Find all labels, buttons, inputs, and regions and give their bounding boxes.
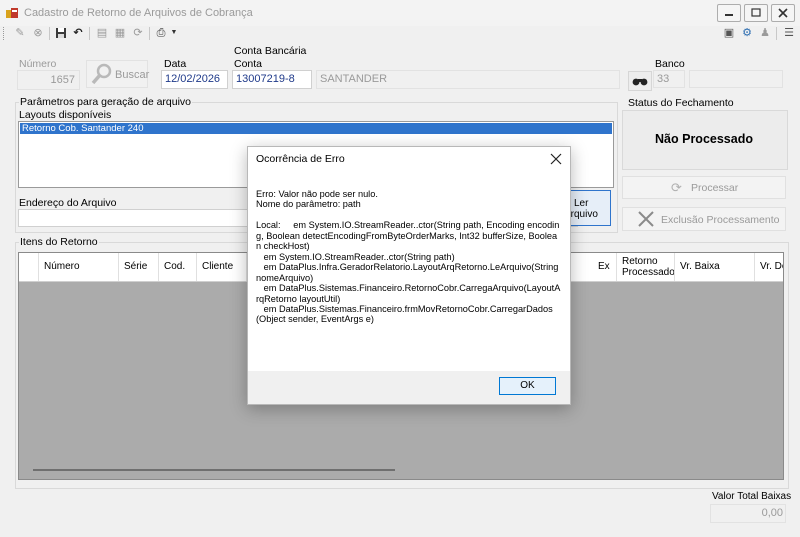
col-retorno-processado[interactable]: Retorno Processado <box>617 253 675 281</box>
undo-icon[interactable]: ↶ <box>72 27 84 39</box>
layout-item-selected[interactable]: Retorno Cob. Santander 240 <box>20 123 612 134</box>
magnifier-icon <box>91 63 113 88</box>
dialog-ok-button[interactable]: OK <box>499 377 556 395</box>
col-cod[interactable]: Cod. <box>159 253 197 281</box>
maximize-button[interactable] <box>744 4 768 22</box>
delete-icon[interactable]: ⊗ <box>32 27 44 39</box>
banco-code-field: 33 <box>653 70 685 88</box>
toolbar-grip <box>3 27 6 40</box>
search-record-icon[interactable]: ▤ <box>96 27 108 39</box>
user-icon[interactable]: ♟ <box>759 27 771 39</box>
endereco-label: Endereço do Arquivo <box>19 197 117 209</box>
minimize-button[interactable] <box>717 4 741 22</box>
col-cliente[interactable]: Cliente <box>197 253 247 281</box>
dialog-close-icon[interactable] <box>549 152 563 166</box>
numero-label: Número <box>19 58 57 70</box>
banco-label: Banco <box>655 58 685 70</box>
toolbar-separator <box>89 27 90 40</box>
itens-title: Itens do Retorno <box>19 236 99 248</box>
filter-icon[interactable]: ▦ <box>114 27 126 39</box>
parametros-title: Parâmetros para geração de arquivo <box>19 96 193 108</box>
app-icon <box>6 8 18 18</box>
col-vr-baixa[interactable]: Vr. Baixa <box>675 253 755 281</box>
data-field[interactable]: 12/02/2026 <box>161 70 228 89</box>
conta-name-field: SANTANDER <box>316 70 620 89</box>
calculator-icon[interactable]: ▣ <box>723 27 735 39</box>
toolbar-separator <box>149 27 150 40</box>
new-icon[interactable]: ✎ <box>14 27 26 39</box>
total-field: 0,00 <box>710 504 786 523</box>
print-icon[interactable]: ⎙ <box>155 27 167 39</box>
col-serie[interactable]: Série <box>119 253 159 281</box>
numero-field: 1657 <box>17 70 80 90</box>
toolbar-separator <box>776 27 777 40</box>
processar-icon: ⟳ <box>671 180 682 195</box>
col-ex[interactable]: Ex <box>593 253 617 281</box>
conta-label: Conta <box>234 58 263 70</box>
processar-button[interactable]: ⟳ Processar <box>622 176 786 199</box>
toolbar-separator <box>49 27 50 40</box>
ok-label: OK <box>520 380 535 391</box>
exclusao-label: Exclusão Processamento <box>661 214 780 226</box>
refresh-icon[interactable]: ⟳ <box>132 27 144 39</box>
buscar-label: Buscar <box>115 69 150 81</box>
exclusao-x-icon <box>637 210 655 231</box>
horizontal-scrollbar[interactable] <box>19 461 783 479</box>
ler-arquivo-label-1: Ler <box>574 198 589 209</box>
settings-icon[interactable]: ⚙ <box>741 27 753 39</box>
banco-name-field <box>689 70 783 88</box>
dialog-message: Erro: Valor não pode ser nulo. Nome do p… <box>256 189 561 325</box>
menu-icon[interactable]: ☰ <box>783 27 795 39</box>
col-numero[interactable]: Número <box>39 253 119 281</box>
scrollbar-thumb[interactable] <box>33 469 395 471</box>
window-title: Cadastro de Retorno de Arquivos de Cobra… <box>24 7 253 19</box>
layouts-label: Layouts disponíveis <box>19 109 112 121</box>
binoculars-icon[interactable] <box>628 71 652 91</box>
processar-label: Processar <box>691 182 739 194</box>
conta-bancaria-label: Conta Bancária <box>234 45 307 57</box>
data-label: Data <box>164 58 187 70</box>
error-dialog: Ocorrência de Erro Erro: Valor não pode … <box>247 146 571 405</box>
dialog-title: Ocorrência de Erro <box>256 153 345 165</box>
total-label: Valor Total Baixas <box>712 491 792 502</box>
buscar-button[interactable]: Buscar <box>86 60 150 88</box>
col-vr-de[interactable]: Vr. De <box>755 253 783 281</box>
close-window-button[interactable] <box>771 4 795 22</box>
row-header-cell <box>19 253 39 281</box>
dropdown-arrow-icon[interactable]: ▼ <box>170 27 178 39</box>
status-value: Não Processado <box>655 132 753 146</box>
exclusao-button[interactable]: Exclusão Processamento <box>622 207 786 231</box>
save-icon[interactable] <box>55 27 67 39</box>
conta-field[interactable]: 13007219-8 <box>232 70 312 89</box>
status-title: Status do Fechamento <box>628 97 734 109</box>
